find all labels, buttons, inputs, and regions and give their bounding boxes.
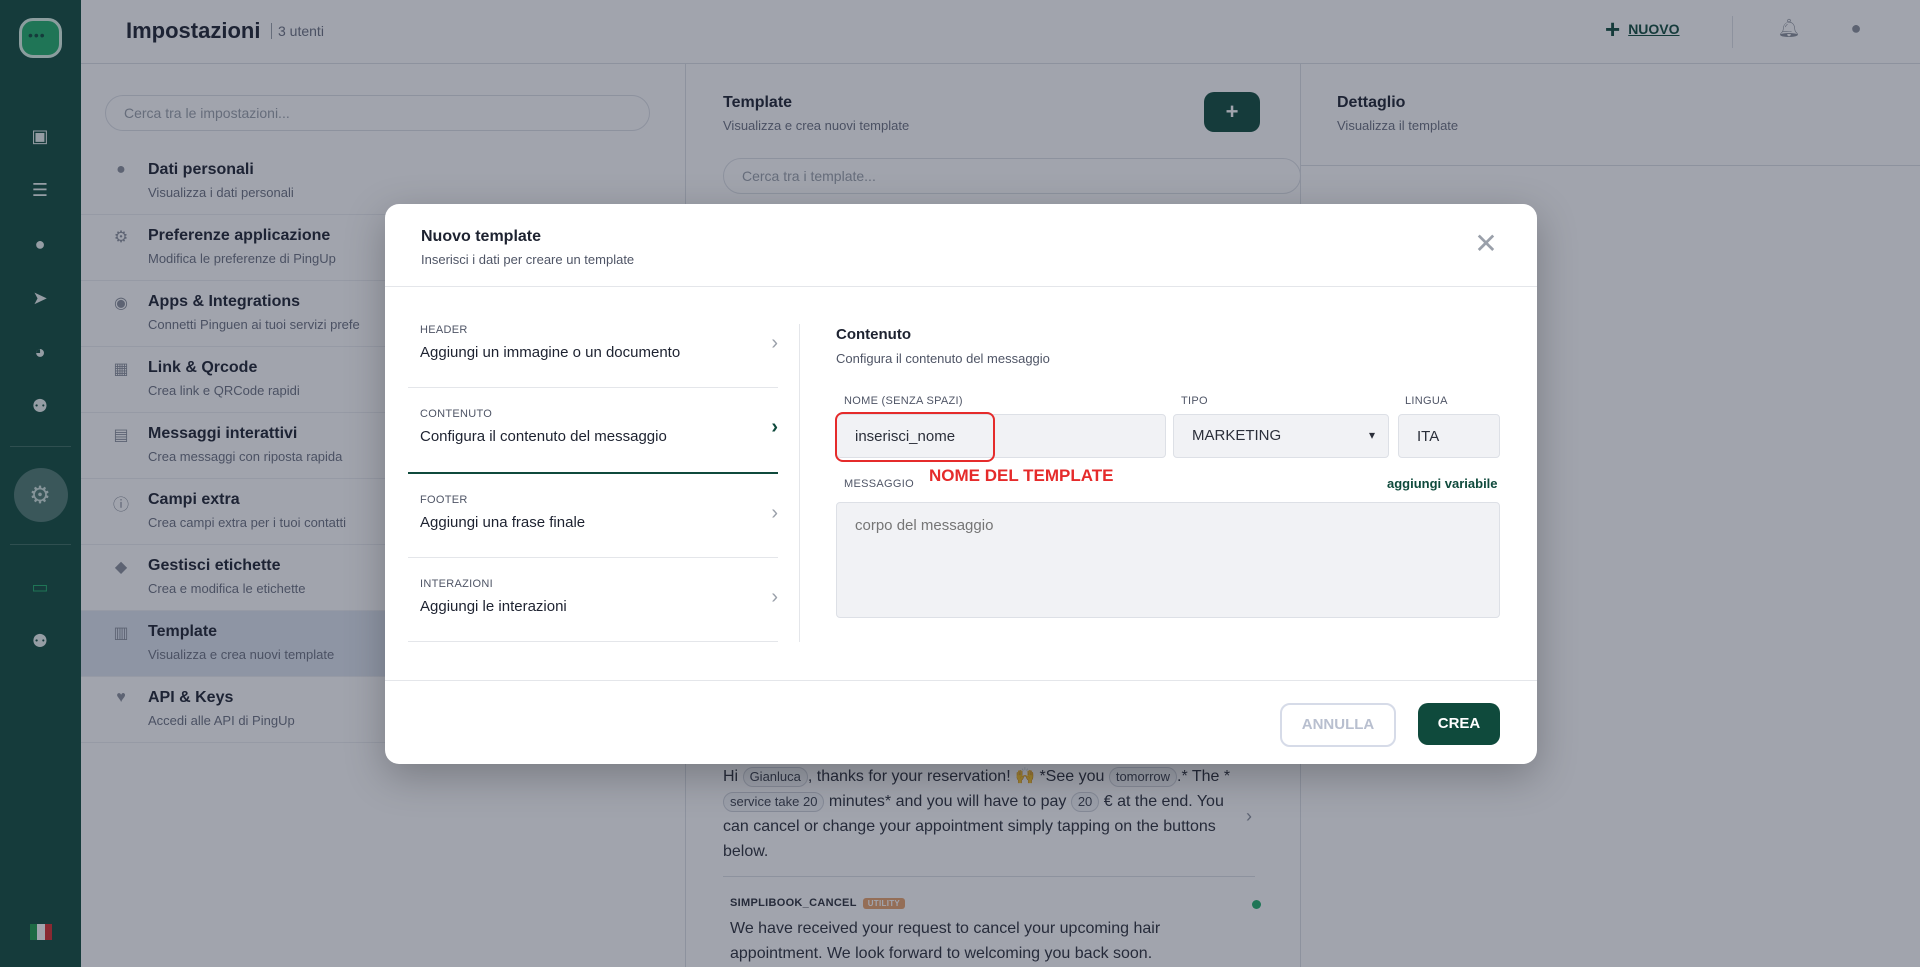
name-label: NOME (SENZA SPAZI) (844, 395, 963, 407)
annotation-label: NOME DEL TEMPLATE (929, 466, 1114, 485)
step-interazioni[interactable]: INTERAZIONI Aggiungi le interazioni › (408, 558, 778, 642)
step-footer[interactable]: FOOTER Aggiungi una frase finale › (408, 474, 778, 558)
step-value: Aggiungi le interazioni (420, 598, 567, 615)
modal-title: Nuovo template (421, 228, 542, 245)
step-value: Aggiungi un immagine o un documento (420, 344, 681, 361)
content-title: Contenuto (836, 326, 911, 343)
content-subtitle: Configura il contenuto del messaggio (836, 351, 1050, 366)
cancel-button[interactable]: ANNULLA (1280, 703, 1396, 747)
step-value: Configura il contenuto del messaggio (420, 428, 667, 445)
step-key: INTERAZIONI (420, 578, 493, 590)
step-contenuto[interactable]: CONTENUTO Configura il contenuto del mes… (408, 388, 778, 474)
step-header[interactable]: HEADER Aggiungi un immagine o un documen… (408, 304, 778, 388)
chevron-right-icon: › (771, 332, 778, 354)
add-variable-link[interactable]: aggiungi variabile (1387, 476, 1498, 491)
step-key: FOOTER (420, 494, 468, 506)
chevron-right-icon: › (771, 416, 778, 438)
modal-footer-divider (385, 680, 1537, 681)
step-key: CONTENUTO (420, 408, 493, 420)
close-icon[interactable]: ✕ (1470, 228, 1502, 260)
lingua-input[interactable] (1398, 414, 1500, 458)
lingua-label: LINGUA (1405, 395, 1448, 407)
chevron-down-icon: ▾ (1369, 428, 1376, 442)
create-button[interactable]: CREA (1418, 703, 1500, 745)
messaggio-label: MESSAGGIO (844, 478, 914, 490)
step-key: HEADER (420, 324, 468, 336)
modal-header-divider (385, 286, 1537, 287)
chevron-right-icon: › (771, 502, 778, 524)
message-body-textarea[interactable] (836, 502, 1500, 618)
modal-column-divider (799, 324, 800, 642)
step-value: Aggiungi una frase finale (420, 514, 586, 531)
new-template-modal: Nuovo template Inserisci i dati per crea… (385, 204, 1537, 764)
tipo-label: TIPO (1181, 395, 1208, 407)
modal-subtitle: Inserisci i dati per creare un template (421, 252, 635, 267)
chevron-right-icon: › (771, 586, 778, 608)
annotation-highlight-box (835, 412, 995, 462)
tipo-select[interactable]: MARKETING (1173, 414, 1389, 458)
